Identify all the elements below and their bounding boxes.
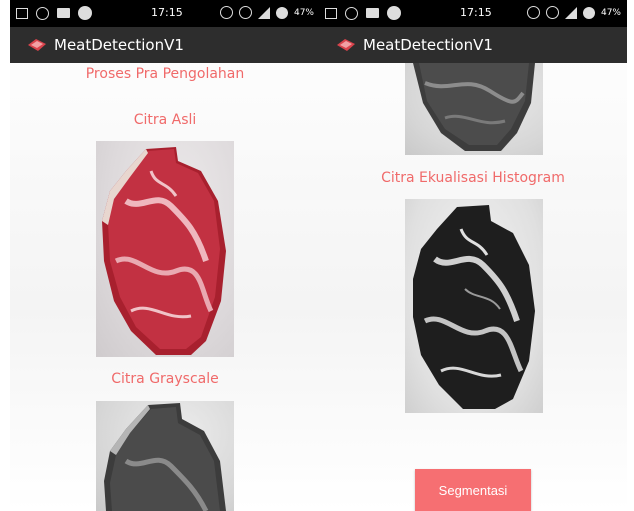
segmentasi-button[interactable]: Segmentasi	[415, 469, 531, 511]
sync-icon	[387, 6, 401, 20]
section-heading: Proses Pra Pengolahan	[85, 66, 245, 82]
status-bar: 17:15 47%	[10, 0, 320, 27]
label-equalized-image: Citra Ekualisasi Histogram	[381, 170, 565, 186]
scroll-content-right[interactable]: Citra Ekualisasi Histogram Segmentasi	[319, 63, 627, 511]
status-time: 17:15	[460, 6, 492, 19]
hotspot-icon	[36, 6, 49, 20]
sync-icon	[78, 6, 92, 20]
scroll-content-left[interactable]: Proses Pra Pengolahan Citra Asli Citra G…	[10, 63, 320, 511]
original-image	[96, 141, 234, 357]
signal-icon	[564, 6, 577, 19]
app-title: MeatDetectionV1	[363, 36, 493, 54]
alarm-icon	[545, 6, 559, 19]
status-bar: 17:15 47%	[319, 0, 627, 27]
app-title: MeatDetectionV1	[54, 36, 184, 54]
status-time: 17:15	[151, 6, 183, 19]
app-bar: MeatDetectionV1	[319, 27, 627, 63]
message-icon	[366, 8, 379, 18]
image-icon	[16, 7, 28, 19]
equalized-image	[405, 199, 543, 413]
app-bar: MeatDetectionV1	[10, 27, 320, 63]
hotspot-icon	[345, 6, 358, 20]
nfc-icon	[526, 6, 540, 19]
label-grayscale-image: Citra Grayscale	[111, 371, 219, 387]
alarm-icon	[238, 6, 252, 19]
screen-right: 17:15 47% MeatDetectionV1 Citra Ekualisa…	[319, 0, 627, 511]
meat-icon	[337, 39, 355, 51]
battery-level: 47%	[600, 7, 621, 18]
meat-icon	[28, 39, 46, 51]
battery-icon	[275, 6, 288, 19]
grayscale-image	[405, 63, 543, 155]
message-icon	[57, 8, 70, 18]
image-icon	[325, 7, 337, 19]
label-original-image: Citra Asli	[133, 112, 197, 128]
grayscale-image	[96, 401, 234, 511]
screen-left: 17:15 47% MeatDetectionV1 Proses Pra Pen…	[10, 0, 320, 511]
battery-level: 47%	[293, 7, 314, 18]
nfc-icon	[219, 6, 233, 19]
signal-icon	[257, 6, 270, 19]
battery-icon	[582, 6, 595, 19]
